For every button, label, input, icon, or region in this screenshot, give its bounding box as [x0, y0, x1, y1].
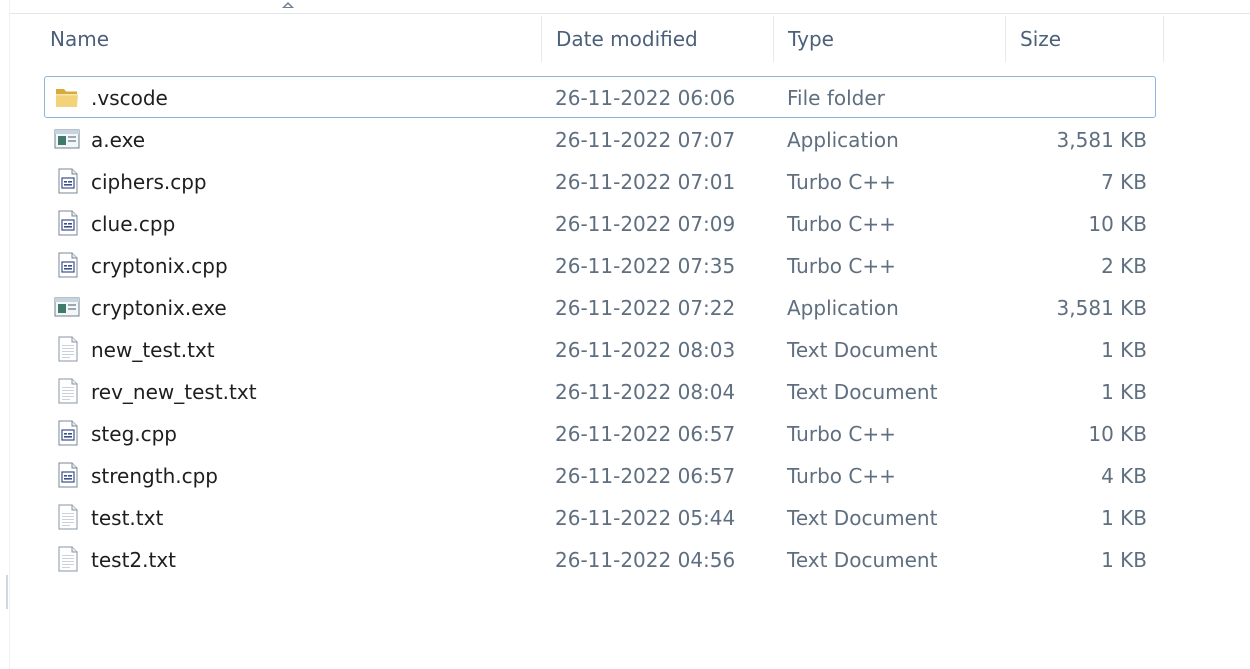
- file-row[interactable]: new_test.txt 26-11-2022 08:03 Text Documen…: [44, 328, 1156, 370]
- file-date-modified: 26-11-2022 07:01: [555, 170, 736, 194]
- cpp-file-icon: [53, 167, 81, 195]
- column-header-size-label: Size: [1020, 27, 1062, 51]
- file-type: Turbo C++: [787, 212, 896, 236]
- file-size: 10 KB: [1088, 422, 1147, 446]
- text-file-icon: [53, 335, 81, 363]
- file-date-modified: 26-11-2022 07:07: [555, 128, 736, 152]
- file-type: Application: [787, 128, 899, 152]
- file-date-modified: 26-11-2022 07:22: [555, 296, 736, 320]
- folder-icon: [53, 83, 81, 111]
- window-top-border: [0, 0, 1250, 14]
- file-type: Turbo C++: [787, 254, 896, 278]
- file-type: Text Document: [787, 506, 938, 530]
- navigation-pane-edge: [0, 0, 10, 669]
- cpp-file-icon: [53, 461, 81, 489]
- file-type: Application: [787, 296, 899, 320]
- file-date-modified: 26-11-2022 05:44: [555, 506, 736, 530]
- file-name: a.exe: [91, 128, 146, 152]
- file-size: 7 KB: [1101, 170, 1147, 194]
- file-type: Turbo C++: [787, 422, 896, 446]
- chevron-up-icon: [282, 2, 294, 8]
- file-row[interactable]: strength.cpp 26-11-2022 06:57 Turbo C++ 4 K…: [44, 454, 1156, 496]
- file-name: cryptonix.exe: [91, 296, 227, 320]
- file-row[interactable]: test.txt 26-11-2022 05:44 Text Document 1 K…: [44, 496, 1156, 538]
- file-size: 2 KB: [1101, 254, 1147, 278]
- text-file-icon: [53, 545, 81, 573]
- file-name: .vscode: [91, 86, 168, 110]
- file-type: File folder: [787, 86, 885, 110]
- file-row[interactable]: .vscode 26-11-2022 06:06 File folder: [44, 76, 1156, 118]
- file-date-modified: 26-11-2022 07:35: [555, 254, 736, 278]
- file-size: 1 KB: [1101, 338, 1147, 362]
- pane-splitter[interactable]: [6, 575, 8, 609]
- file-type: Text Document: [787, 338, 938, 362]
- file-row[interactable]: clue.cpp 26-11-2022 07:09 Turbo C++ 10 KB: [44, 202, 1156, 244]
- file-date-modified: 26-11-2022 06:57: [555, 464, 736, 488]
- file-row[interactable]: rev_new_test.txt 26-11-2022 08:04 Text Doc…: [44, 370, 1156, 412]
- column-header-size[interactable]: Size: [1006, 16, 1164, 62]
- file-name: rev_new_test.txt: [91, 380, 257, 404]
- file-type: Text Document: [787, 380, 938, 404]
- cpp-file-icon: [53, 251, 81, 279]
- file-date-modified: 26-11-2022 08:04: [555, 380, 736, 404]
- file-row[interactable]: ciphers.cpp 26-11-2022 07:01 Turbo C++ 7 KB: [44, 160, 1156, 202]
- column-header-type-label: Type: [788, 27, 834, 51]
- text-file-icon: [53, 377, 81, 405]
- file-size: 10 KB: [1088, 212, 1147, 236]
- file-date-modified: 26-11-2022 06:06: [555, 86, 736, 110]
- file-name: test.txt: [91, 506, 164, 530]
- file-row[interactable]: cryptonix.cpp 26-11-2022 07:35 Turbo C++ 2 …: [44, 244, 1156, 286]
- file-row[interactable]: cryptonix.exe 26-11-2022 07:22 Application…: [44, 286, 1156, 328]
- file-size: 3,581 KB: [1056, 296, 1147, 320]
- column-header-date-label: Date modified: [556, 27, 698, 51]
- file-name: ciphers.cpp: [91, 170, 207, 194]
- application-icon: [53, 125, 81, 153]
- file-size: 1 KB: [1101, 380, 1147, 404]
- file-name: clue.cpp: [91, 212, 176, 236]
- column-header-bar: Name Date modified Type Size: [36, 2, 1164, 62]
- file-name: cryptonix.cpp: [91, 254, 228, 278]
- file-size: 3,581 KB: [1056, 128, 1147, 152]
- file-name: test2.txt: [91, 548, 177, 572]
- file-type: Text Document: [787, 548, 938, 572]
- column-header-name-label: Name: [50, 27, 110, 51]
- file-row[interactable]: test2.txt 26-11-2022 04:56 Text Document 1 …: [44, 538, 1156, 580]
- text-file-icon: [53, 503, 81, 531]
- cpp-file-icon: [53, 209, 81, 237]
- column-header-name[interactable]: Name: [36, 2, 542, 62]
- file-row[interactable]: steg.cpp 26-11-2022 06:57 Turbo C++ 10 KB: [44, 412, 1156, 454]
- file-name: new_test.txt: [91, 338, 215, 362]
- file-type: Turbo C++: [787, 464, 896, 488]
- cpp-file-icon: [53, 419, 81, 447]
- file-date-modified: 26-11-2022 04:56: [555, 548, 736, 572]
- file-date-modified: 26-11-2022 07:09: [555, 212, 736, 236]
- file-name: steg.cpp: [91, 422, 178, 446]
- file-size: 1 KB: [1101, 548, 1147, 572]
- file-row[interactable]: a.exe 26-11-2022 07:07 Application 3,581 KB: [44, 118, 1156, 160]
- file-name: strength.cpp: [91, 464, 218, 488]
- application-icon: [53, 293, 81, 321]
- file-date-modified: 26-11-2022 06:57: [555, 422, 736, 446]
- file-type: Turbo C++: [787, 170, 896, 194]
- file-size: 1 KB: [1101, 506, 1147, 530]
- file-size: 4 KB: [1101, 464, 1147, 488]
- column-header-date[interactable]: Date modified: [542, 16, 774, 62]
- column-header-type[interactable]: Type: [774, 16, 1006, 62]
- file-list: .vscode 26-11-2022 06:06 File folder a.exe…: [44, 76, 1156, 580]
- file-date-modified: 26-11-2022 08:03: [555, 338, 736, 362]
